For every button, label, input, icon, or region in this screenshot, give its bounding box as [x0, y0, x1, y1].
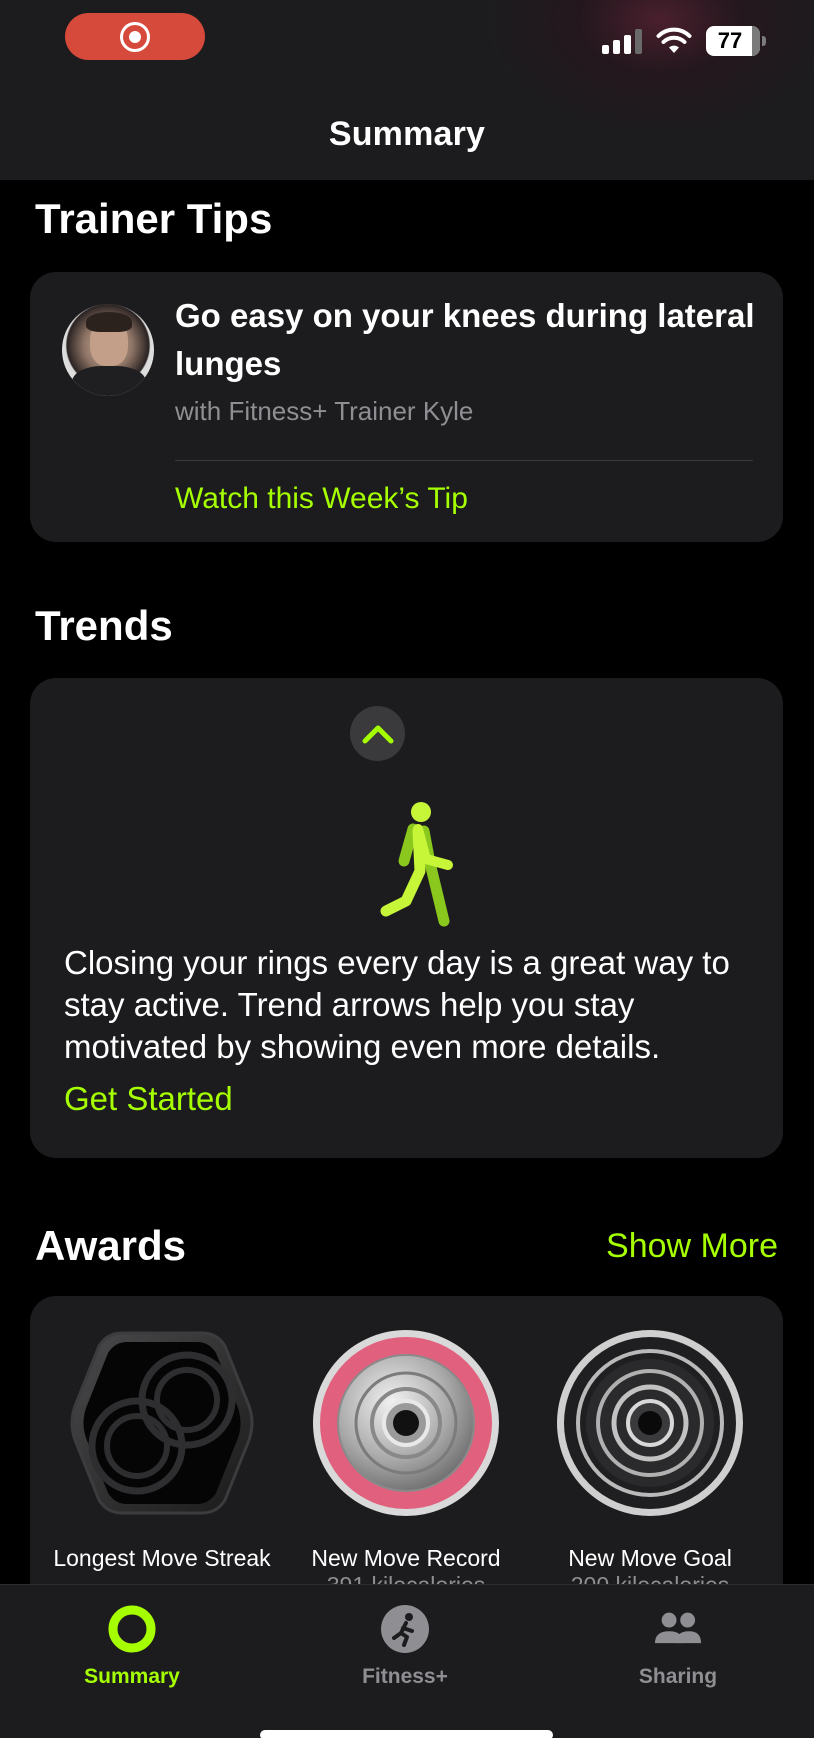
awards-heading: Awards [35, 1222, 186, 1269]
page-title: Summary [328, 115, 486, 153]
award-item[interactable]: New Move Record 391 kilocalories [296, 1328, 516, 1599]
get-started-link[interactable]: Get Started [64, 1080, 233, 1118]
trend-arrow-up-icon [350, 706, 405, 761]
wifi-icon [656, 27, 692, 53]
award-item[interactable]: New Move Goal 200 kilocalories [540, 1328, 760, 1599]
award-label: New Move Goal [568, 1545, 732, 1571]
home-indicator[interactable] [260, 1730, 553, 1738]
screen-record-indicator[interactable] [65, 13, 205, 60]
award-item[interactable]: Longest Move Streak [52, 1328, 272, 1572]
tab-label: Sharing [638, 1665, 718, 1688]
header: 77 Summary [0, 0, 814, 180]
tab-sharing[interactable]: Sharing [578, 1603, 778, 1689]
tip-subtitle: with Fitness+ Trainer Kyle [175, 396, 474, 426]
move-record-badge-icon [313, 1330, 499, 1516]
status-icons: 77 [602, 26, 766, 56]
walking-figure-icon [380, 802, 453, 927]
sharing-people-icon [652, 1603, 704, 1655]
divider [175, 460, 753, 461]
trends-description: Closing your rings every day is a great … [64, 944, 730, 1065]
trainer-tip-card[interactable]: Go easy on your knees during lateral lun… [30, 272, 783, 542]
battery-icon: 77 [706, 26, 766, 56]
tab-fitness-plus[interactable]: Fitness+ [305, 1603, 505, 1689]
activity-ring-icon [106, 1603, 158, 1655]
trends-heading: Trends [35, 602, 173, 649]
cellular-signal-icon [602, 28, 642, 54]
fitness-plus-icon [379, 1603, 431, 1655]
trainer-avatar [62, 304, 154, 396]
tab-bar: Summary Fitness+ Sharing [0, 1584, 814, 1738]
tab-summary[interactable]: Summary [32, 1603, 232, 1689]
battery-level: 77 [717, 28, 743, 53]
trainer-tips-heading: Trainer Tips [35, 195, 273, 242]
show-more-link[interactable]: Show More [606, 1227, 778, 1266]
tab-label: Summary [84, 1665, 180, 1688]
trends-card: Closing your rings every day is a great … [30, 678, 783, 1158]
screen-record-icon [120, 21, 150, 52]
watch-tip-link[interactable]: Watch this Week’s Tip [175, 482, 468, 516]
tip-title: Go easy on your knees during lateral lun… [175, 297, 755, 382]
move-streak-badge-icon [70, 1331, 254, 1515]
summary-screen: 77 Summary Trainer Tips Go easy on your … [0, 0, 814, 1738]
award-label: New Move Record [311, 1545, 501, 1571]
move-goal-badge-icon [557, 1330, 743, 1516]
tab-label: Fitness+ [362, 1665, 448, 1688]
award-label: Longest Move Streak [53, 1545, 271, 1571]
